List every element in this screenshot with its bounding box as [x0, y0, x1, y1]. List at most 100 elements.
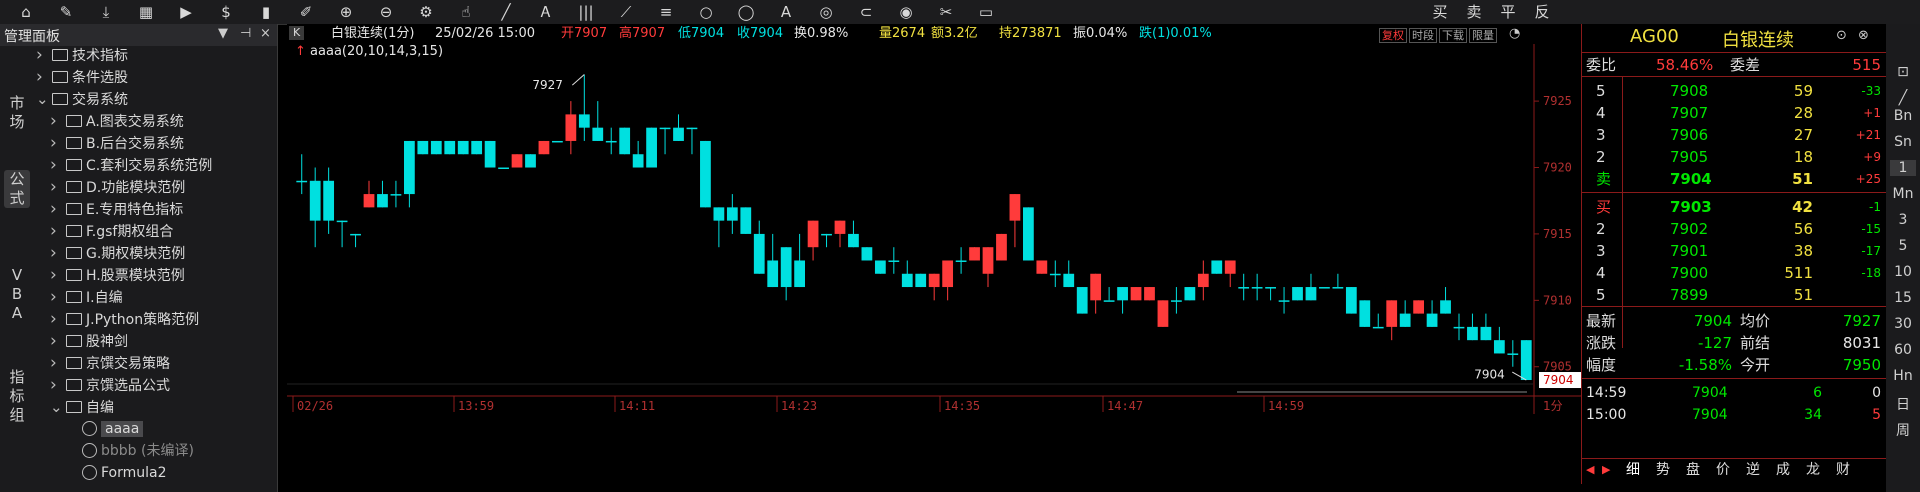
candle-body[interactable]	[309, 180, 321, 221]
quote-tab[interactable]: 逆	[1746, 459, 1760, 481]
formula-item[interactable]: aaaa	[82, 418, 144, 440]
candle-body[interactable]	[1157, 300, 1169, 327]
vtab-1[interactable]: 公式	[4, 170, 30, 208]
candle-body[interactable]	[942, 260, 954, 288]
candle-body[interactable]	[430, 140, 442, 155]
candle-body[interactable]	[1265, 287, 1276, 289]
vtab-2[interactable]: VBA	[4, 266, 30, 323]
period-button[interactable]: Mn	[1886, 186, 1920, 202]
candle-body[interactable]	[390, 194, 402, 196]
trade-button-2[interactable]: 平	[1496, 2, 1520, 22]
tree-folder[interactable]: › 京馔选品公式	[50, 374, 170, 396]
candle-body[interactable]	[686, 127, 698, 130]
tree-folder[interactable]: ⌄ 自编	[50, 396, 114, 418]
vtab-0[interactable]: 市场	[4, 94, 30, 132]
play-icon[interactable]: ▶	[174, 2, 198, 22]
circle-icon[interactable]: ○	[694, 2, 718, 22]
candle-body[interactable]	[592, 127, 604, 141]
download-icon[interactable]: ⤓	[94, 2, 118, 22]
period-button[interactable]: 5	[1886, 238, 1920, 254]
trade-button-1[interactable]: 卖	[1462, 2, 1486, 22]
tab-prev-icon[interactable]: ◀	[1586, 459, 1594, 481]
text-icon[interactable]: Ꭺ	[534, 2, 558, 22]
candle-body[interactable]	[511, 154, 523, 168]
candle-body[interactable]	[646, 127, 657, 168]
box-icon[interactable]: ▭	[974, 2, 998, 22]
candle-body[interactable]	[713, 207, 725, 221]
tree-folder[interactable]: › B.后台交易系统	[50, 132, 184, 154]
formula-item[interactable]: Formula2	[82, 462, 167, 484]
candle-body[interactable]	[1036, 260, 1048, 274]
period-button[interactable]: 30	[1886, 316, 1920, 332]
tree-folder[interactable]: › E.专用特色指标	[50, 198, 183, 220]
candle-body[interactable]	[552, 140, 563, 143]
candle-body[interactable]	[915, 273, 927, 288]
chevron-right-icon[interactable]: ›	[50, 352, 66, 374]
period-button[interactable]: 15	[1886, 290, 1920, 306]
candle-body[interactable]	[1332, 287, 1344, 289]
chart-option-button[interactable]: 下载	[1439, 28, 1467, 43]
pin-icon[interactable]: ⊣	[240, 26, 251, 41]
tree-folder[interactable]: › D.功能模块范例	[50, 176, 185, 198]
period-button[interactable]: 周	[1886, 420, 1920, 440]
candle-body[interactable]	[1319, 287, 1330, 289]
orderbook-row[interactable]: 4 7900 511 -18	[1582, 262, 1887, 284]
orderbook-row[interactable]: 2 7902 56 -15	[1582, 218, 1887, 240]
tree-folder[interactable]: › I.自编	[50, 286, 123, 308]
candle-body[interactable]	[1049, 273, 1061, 276]
chevron-right-icon[interactable]: ›	[36, 44, 52, 66]
period-button[interactable]: Bn	[1886, 108, 1920, 124]
candle-body[interactable]	[1076, 287, 1088, 314]
candle-body[interactable]	[1453, 326, 1465, 329]
candle-body[interactable]	[726, 207, 738, 221]
trade-button-0[interactable]: 买	[1428, 2, 1452, 22]
candle-body[interactable]	[807, 220, 819, 248]
chevron-right-icon[interactable]: ›	[50, 154, 66, 176]
bar-chart-icon[interactable]: ▮	[254, 2, 278, 22]
candle-body[interactable]	[1211, 260, 1223, 274]
candle-body[interactable]	[1238, 287, 1250, 289]
close-icon[interactable]: ×	[260, 26, 271, 41]
period-button[interactable]: Sn	[1886, 134, 1920, 150]
quote-tab[interactable]: 势	[1656, 459, 1670, 481]
candle-body[interactable]	[1413, 300, 1425, 314]
candle-body[interactable]	[457, 140, 469, 155]
candle-body[interactable]	[1022, 207, 1034, 261]
tree-folder[interactable]: › C.套利交易系统范例	[50, 154, 212, 176]
chevron-right-icon[interactable]: ›	[50, 220, 66, 242]
window-icon[interactable]: ⊡	[1886, 64, 1920, 80]
quote-tab[interactable]: 盘	[1686, 459, 1700, 481]
home-icon[interactable]: ⌂	[14, 2, 38, 22]
tree-folder[interactable]: ⌄ 交易系统	[36, 88, 128, 110]
candle-body[interactable]	[403, 140, 415, 195]
orderbook-row[interactable]: 3 7901 38 -17	[1582, 240, 1887, 262]
channel-icon[interactable]: ≡	[654, 2, 678, 22]
chevron-down-icon[interactable]: ⌄	[36, 88, 52, 110]
candle-body[interactable]	[1251, 287, 1263, 289]
candle-body[interactable]	[780, 247, 792, 288]
candle-body[interactable]	[1090, 273, 1102, 301]
zoom-out-icon[interactable]: ⊖	[374, 2, 398, 22]
candlestick-plot[interactable]: 7905 7910 7915 7920 7925 02/26 13:59 14:11 14:23…	[287, 44, 1581, 484]
candle-body[interactable]	[1493, 340, 1505, 354]
candle-body[interactable]	[619, 127, 631, 155]
tree-folder[interactable]: › F.gsf期权组合	[50, 220, 173, 242]
candle-body[interactable]	[363, 194, 375, 208]
settings-icon[interactable]: ⚙	[414, 2, 438, 22]
tree-folder[interactable]: › H.股票模块范例	[50, 264, 185, 286]
text-tool-icon[interactable]: A	[774, 2, 798, 22]
candle-body[interactable]	[1520, 340, 1532, 381]
candle-body[interactable]	[444, 140, 456, 155]
candle-body[interactable]	[498, 167, 509, 170]
chevron-right-icon[interactable]: ›	[50, 286, 66, 308]
candle-body[interactable]	[1144, 287, 1155, 301]
chevron-down-icon[interactable]: ⌄	[50, 396, 66, 418]
candle-body[interactable]	[632, 154, 644, 168]
candle-body[interactable]	[794, 260, 806, 288]
candle-body[interactable]	[1345, 287, 1357, 314]
brush-icon[interactable]: ✂	[934, 2, 958, 22]
candle-body[interactable]	[673, 127, 684, 141]
tree-folder[interactable]: › 京馔交易策略	[50, 352, 170, 374]
orderbook-row[interactable]: 卖 7904 51 +25	[1582, 168, 1887, 190]
grid-lines-icon[interactable]: |||	[574, 2, 598, 22]
